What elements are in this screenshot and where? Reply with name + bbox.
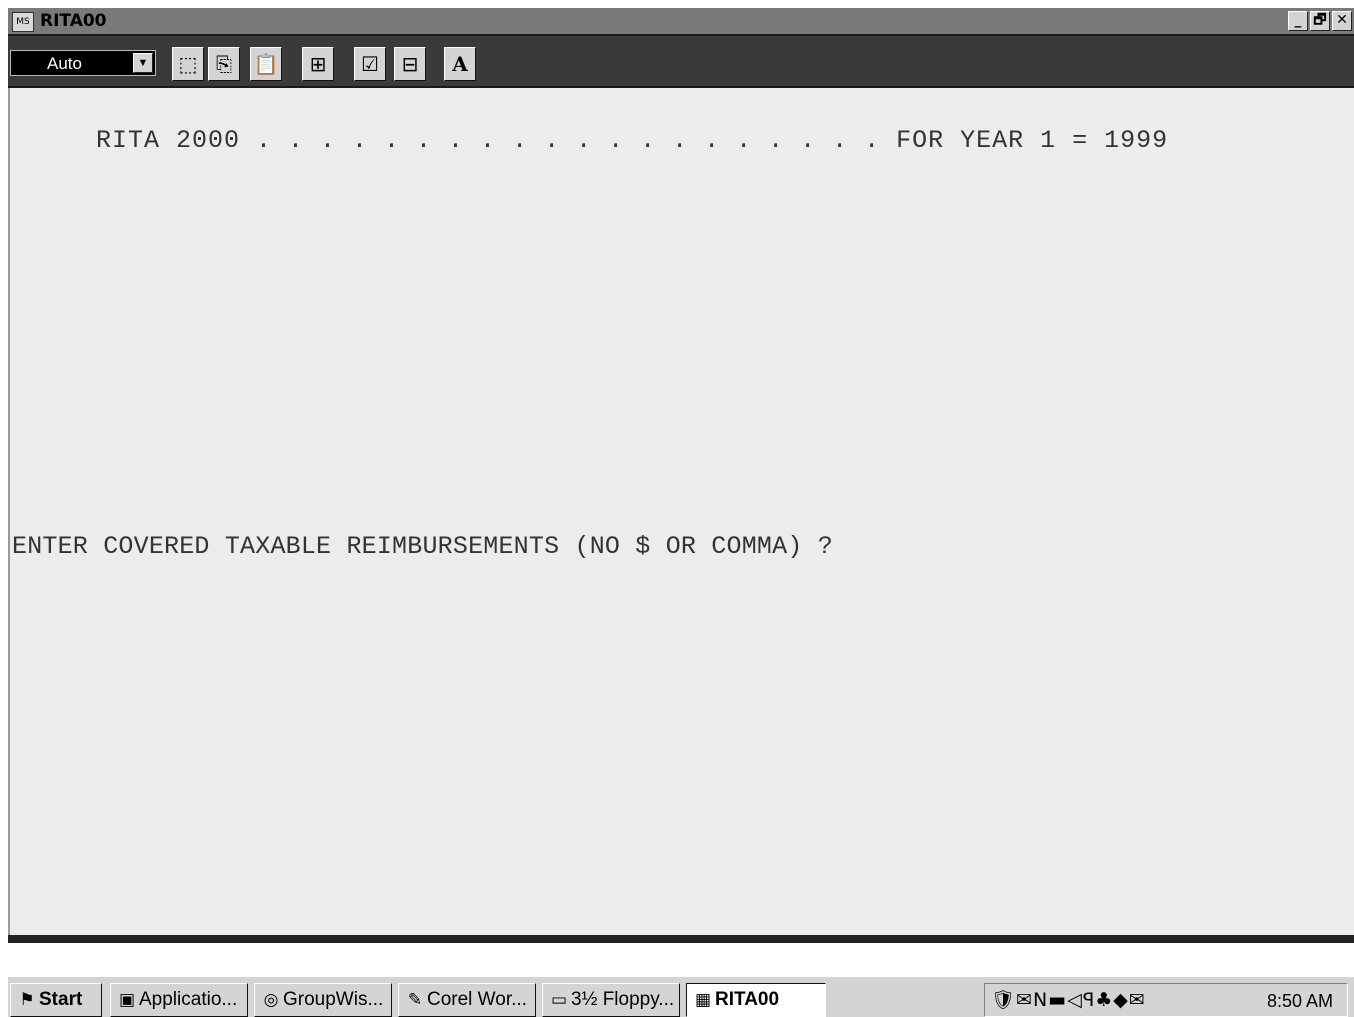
start-button[interactable]: ⚑ Start xyxy=(10,983,102,1017)
font-size-select[interactable]: Auto ▼ xyxy=(10,50,156,76)
console-window: MS RITA00 _ 🗗 ✕ Auto ▼ ⬚ ⎘ 📋 ⊞ ☑ ⊟ A RIT… xyxy=(8,8,1354,943)
fullscreen-button[interactable]: ⊞ xyxy=(302,47,334,81)
windows-flag-icon: ⚑ xyxy=(19,990,35,1010)
toolbar: Auto ▼ ⬚ ⎘ 📋 ⊞ ☑ ⊟ A xyxy=(8,36,1354,88)
task-label: RITA00 xyxy=(715,989,780,1010)
properties-button[interactable]: ☑ xyxy=(354,47,386,81)
task-label: Corel Wor... xyxy=(427,989,527,1010)
restore-button[interactable]: 🗗 xyxy=(1310,11,1330,31)
chevron-down-icon[interactable]: ▼ xyxy=(133,53,153,73)
prompt-line: ENTER COVERED TAXABLE REIMBURSEMENTS (NO… xyxy=(12,532,833,561)
app-icon[interactable]: MS xyxy=(12,12,34,32)
taskbar-item-floppy[interactable]: ▭ 3½ Floppy... xyxy=(542,983,680,1017)
window-bottom-border xyxy=(8,935,1354,943)
close-button[interactable]: ✕ xyxy=(1332,11,1352,31)
task-label: Applicatio... xyxy=(139,989,238,1010)
task-label: GroupWis... xyxy=(283,989,384,1010)
ms-dos-icon: ▦ xyxy=(694,990,712,1010)
title-bar[interactable]: MS RITA00 _ 🗗 ✕ xyxy=(8,8,1354,36)
header-line: RITA 2000 . . . . . . . . . . . . . . . … xyxy=(96,126,1169,155)
taskbar-item-rita00[interactable]: ▦ RITA00 xyxy=(686,983,826,1017)
console-output[interactable]: RITA 2000 . . . . . . . . . . . . . . . … xyxy=(8,88,1354,935)
background-button[interactable]: ⊟ xyxy=(394,47,426,81)
taskbar-item-groupwise[interactable]: ◎ GroupWis... xyxy=(254,983,392,1017)
task-label: 3½ Floppy... xyxy=(571,989,675,1010)
mark-button[interactable]: ⬚ xyxy=(172,47,204,81)
application-icon: ▣ xyxy=(118,990,136,1010)
copy-button[interactable]: ⎘ xyxy=(208,47,240,81)
start-label: Start xyxy=(39,989,83,1010)
font-button[interactable]: A xyxy=(444,47,476,81)
tray-icons[interactable]: 🛡✉N▬◁ꟼ♣◆✉ xyxy=(991,988,1146,1011)
taskbar-item-corel[interactable]: ✎ Corel Wor... xyxy=(398,983,536,1017)
floppy-drive-icon: ▭ xyxy=(550,990,568,1010)
paste-button[interactable]: 📋 xyxy=(250,47,282,81)
taskbar: ⚑ Start ▣ Applicatio... ◎ GroupWis... ✎ Core… xyxy=(8,975,1354,1017)
system-tray: 🛡✉N▬◁ꟼ♣◆✉ 8:50 AM xyxy=(984,983,1348,1017)
font-size-value: Auto xyxy=(47,54,82,73)
globe-icon: ◎ xyxy=(263,990,279,1010)
window-title: RITA00 xyxy=(40,11,107,31)
pen-icon: ✎ xyxy=(407,990,423,1010)
taskbar-item-applications[interactable]: ▣ Applicatio... xyxy=(110,983,248,1017)
minimize-button[interactable]: _ xyxy=(1288,11,1308,31)
clock[interactable]: 8:50 AM xyxy=(1267,991,1333,1012)
